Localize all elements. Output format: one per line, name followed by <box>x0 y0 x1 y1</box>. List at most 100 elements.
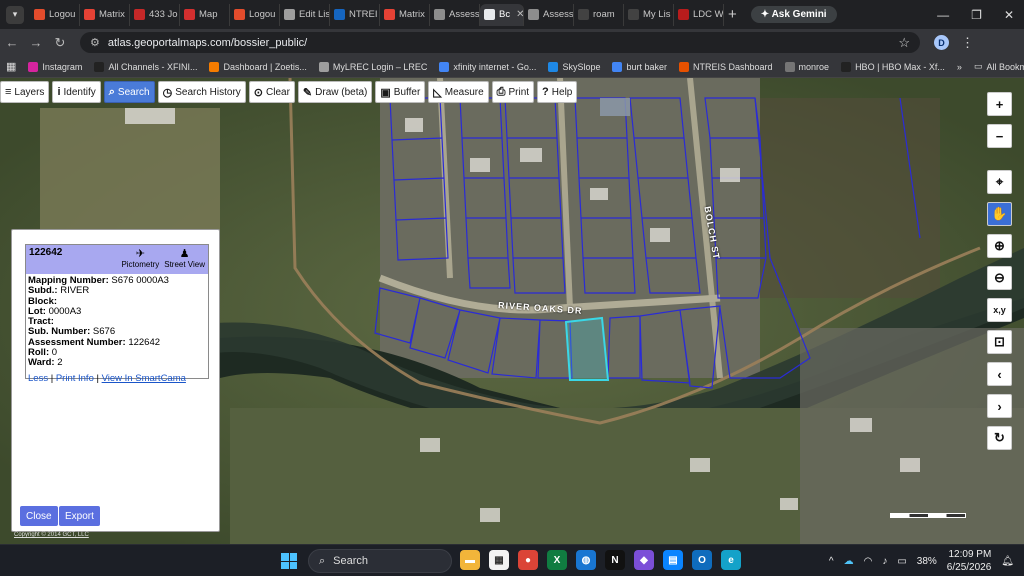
site-info-icon[interactable]: ⚙ <box>90 36 100 49</box>
zoom-in-box-button[interactable]: ⊕ <box>987 234 1012 258</box>
zoom-in-button[interactable]: + <box>987 92 1012 116</box>
reload-icon[interactable]: ↻ <box>48 35 72 51</box>
wifi-icon[interactable]: ◠ <box>864 556 873 567</box>
toolbar-identify-button[interactable]: i Identify <box>52 81 101 103</box>
map-side-controls: + − ⌖ ✋ ⊕ ⊖ x,y ⊡ ‹ › ↻ <box>987 92 1012 450</box>
clock[interactable]: 12:09 PM 6/25/2026 <box>947 548 992 574</box>
edge-icon[interactable]: e <box>721 550 741 570</box>
bookmark-item[interactable]: SkySlope <box>548 61 600 72</box>
browser-tab[interactable]: My Lis <box>624 3 674 26</box>
close-window-icon[interactable]: ✕ <box>1004 8 1014 22</box>
bookmark-item[interactable]: Instagram <box>28 61 82 72</box>
browser-tab[interactable]: Map <box>180 3 230 26</box>
toolbar-measure-button[interactable]: ◺ Measure <box>428 81 489 103</box>
previous-extent-button[interactable]: ‹ <box>987 362 1012 386</box>
search-icon: ⌕ <box>108 85 115 98</box>
battery-icon[interactable]: ▭ <box>897 556 906 567</box>
toolbar-help-button[interactable]: ? Help <box>537 81 578 103</box>
bookmark-item[interactable]: HBO | HBO Max - Xf... <box>841 61 945 72</box>
taskbar-search-placeholder: Search <box>333 555 369 567</box>
tab-search-button[interactable]: ▾ <box>6 5 24 24</box>
bookmark-item[interactable]: NTREIS Dashboard <box>679 61 773 72</box>
cloud-icon[interactable]: ☁ <box>844 556 854 567</box>
toolbar-layers-button[interactable]: ≡ Layers <box>0 81 50 103</box>
globe-icon[interactable]: ◍ <box>576 550 596 570</box>
all-bookmarks-button[interactable]: ▭ All Bookmarks <box>974 61 1024 72</box>
menu-icon: ≡ <box>5 86 12 98</box>
bookmark-item[interactable]: Dashboard | Zoetis... <box>209 61 307 72</box>
browser-tab[interactable]: Edit Lis <box>280 3 330 26</box>
toolbar-search-button[interactable]: ⌕ Search <box>103 81 155 103</box>
restore-icon[interactable]: ❐ <box>971 8 982 22</box>
bookmark-star-icon[interactable]: ☆ <box>898 35 910 51</box>
news-icon[interactable]: ▤ <box>663 550 683 570</box>
drop-icon[interactable]: ◆ <box>634 550 654 570</box>
taskbar-search-input[interactable]: ⌕ Search <box>308 549 452 573</box>
zoom-out-button[interactable]: − <box>987 124 1012 148</box>
browser-tab[interactable]: 433 Jo <box>130 3 180 26</box>
refresh-button[interactable]: ↻ <box>987 426 1012 450</box>
bookmark-item[interactable]: burt baker <box>612 61 667 72</box>
browser-tab[interactable]: roam <box>574 3 624 26</box>
bookmark-item[interactable]: xfinity internet - Go... <box>439 61 536 72</box>
browser-tab[interactable]: Bc ✕ <box>480 3 524 26</box>
bookmark-item[interactable]: All Channels - XFINI... <box>94 61 197 72</box>
browser-tab[interactable]: Matrix <box>80 3 130 26</box>
locate-button[interactable]: ⌖ <box>987 170 1012 194</box>
notification-bell-icon[interactable]: 🔔︎ <box>1001 556 1014 567</box>
smartcama-link[interactable]: View In SmartCama <box>102 373 186 384</box>
select-box-button[interactable]: ⊡ <box>987 330 1012 354</box>
toolbar-print-button[interactable]: ⎙ Print <box>491 81 535 103</box>
browser-tab[interactable]: Assess <box>430 3 480 26</box>
browser-tab[interactable]: Logou <box>30 3 80 26</box>
browser-tab[interactable]: LDC W <box>674 3 724 26</box>
ask-gemini-button[interactable]: ✦ Ask Gemini <box>750 6 837 23</box>
file-explorer-icon[interactable]: ▬ <box>460 550 480 570</box>
pictometry-button[interactable]: ✈ Pictometry <box>121 248 159 269</box>
zoom-out-box-button[interactable]: ⊖ <box>987 266 1012 290</box>
tab-favicon-icon <box>334 9 345 20</box>
browser-tab[interactable]: Assess <box>524 3 574 26</box>
forward-icon[interactable]: → <box>24 35 48 50</box>
speaker-icon[interactable]: ♪ <box>882 556 887 567</box>
copyright-link[interactable]: Copyright © 2014 GCT, LLC <box>14 532 89 538</box>
close-tab-icon[interactable]: ✕ <box>516 9 523 20</box>
chevron-up-icon[interactable]: ^ <box>829 556 834 567</box>
url-input[interactable]: ⚙ atlas.geoportalmaps.com/bossier_public… <box>80 32 920 53</box>
toolbar-search-history-button[interactable]: ◷ Search History <box>157 81 246 103</box>
next-extent-button[interactable]: › <box>987 394 1012 418</box>
xy-button[interactable]: x,y <box>987 298 1012 322</box>
bookmark-item[interactable]: monroe <box>784 61 829 72</box>
new-tab-button[interactable]: + <box>728 6 737 23</box>
browser-tab[interactable]: Logou <box>230 3 280 26</box>
chrome-icon[interactable]: ● <box>518 550 538 570</box>
toolbar-button-label: Search <box>117 86 150 98</box>
toolbar-draw-beta-button[interactable]: ✎ Draw (beta) <box>297 81 373 103</box>
bookmarks-overflow-icon[interactable]: » <box>957 62 962 72</box>
browser-tab[interactable]: Matrix <box>380 3 430 26</box>
excel-icon[interactable]: X <box>547 550 567 570</box>
back-icon[interactable]: ← <box>0 35 24 50</box>
export-button[interactable]: Export <box>59 506 100 526</box>
windows-start-icon[interactable] <box>281 553 297 569</box>
browser-tab[interactable]: NTREI <box>330 3 380 26</box>
close-button[interactable]: Close <box>20 506 58 526</box>
toolbar-clear-button[interactable]: ⊙ Clear <box>248 81 295 103</box>
less-link[interactable]: Less <box>28 373 48 384</box>
outlook-icon[interactable]: O <box>692 550 712 570</box>
apps-grid-icon[interactable]: ▦ <box>6 60 16 73</box>
minimize-icon[interactable]: — <box>937 8 949 22</box>
browser-menu-icon[interactable]: ⋮ <box>961 35 974 51</box>
tab-favicon-icon <box>134 9 145 20</box>
print-info-link[interactable]: Print Info <box>56 373 94 384</box>
parcel-field-row: Ward: 2 <box>28 358 206 368</box>
pan-button[interactable]: ✋ <box>987 202 1012 226</box>
store-icon[interactable]: ▦ <box>489 550 509 570</box>
toolbar-buffer-button[interactable]: ▣ Buffer <box>375 81 426 103</box>
bookmark-item[interactable]: MyLREC Login – LREC <box>318 61 427 72</box>
profile-avatar[interactable]: D <box>934 35 949 50</box>
windows-taskbar: ⌕ Search ▬ ▦ ● X ◍ N ◆ ▤ Oe ^ ☁ ◠ ♪ ▭ 38% 12:09 … <box>0 544 1024 576</box>
netflix-icon[interactable]: N <box>605 550 625 570</box>
tab-label: Matrix <box>399 9 425 20</box>
street-view-button[interactable]: ♟ Street View <box>164 248 205 269</box>
